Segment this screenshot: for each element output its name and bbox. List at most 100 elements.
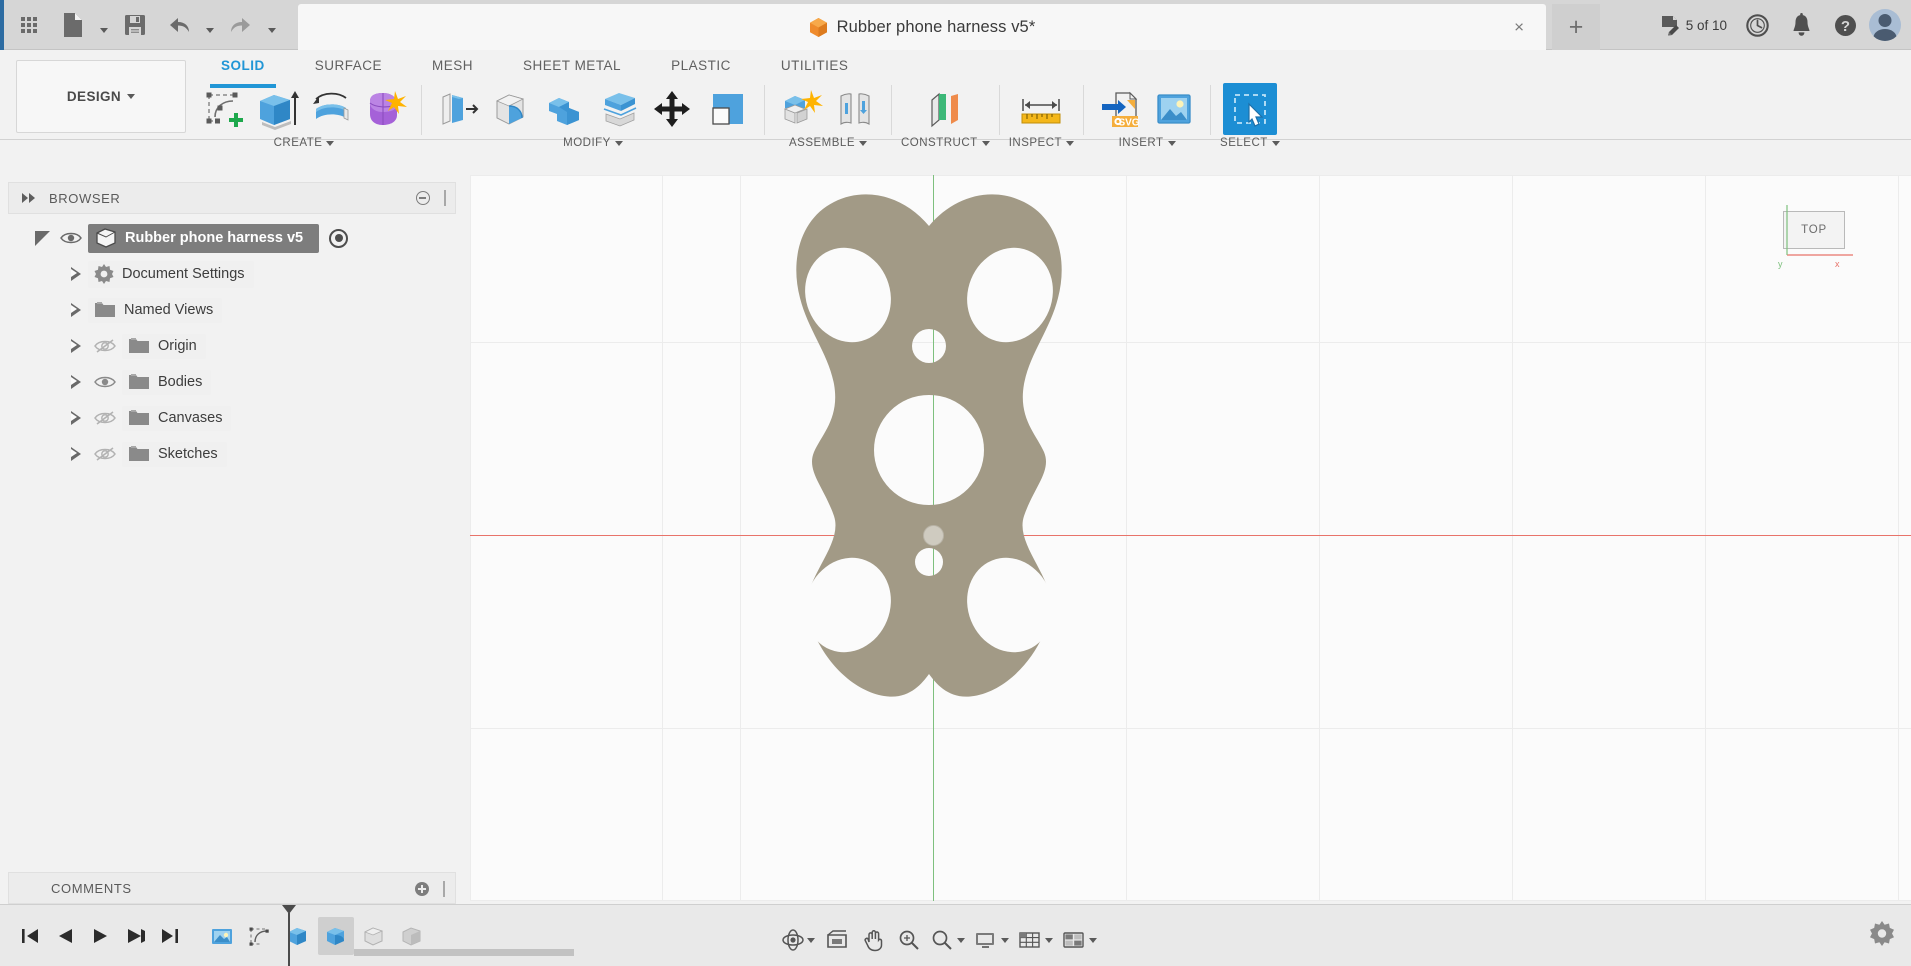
collapse-icon[interactable]	[22, 193, 35, 203]
expand-icon[interactable]	[64, 267, 88, 281]
visibility-off-icon[interactable]	[88, 338, 122, 354]
tree-item-sketches[interactable]: Sketches	[8, 436, 456, 472]
zoom-icon[interactable]	[892, 922, 926, 958]
viewports-icon[interactable]	[1058, 922, 1100, 958]
tree-item-origin[interactable]: Origin	[8, 328, 456, 364]
panel-resize-handle[interactable]	[444, 190, 446, 206]
revolve-icon[interactable]	[304, 83, 358, 135]
select-icon[interactable]	[1222, 83, 1277, 135]
tab-plastic[interactable]: PLASTIC	[646, 50, 756, 81]
jobs-status-button[interactable]: 5 of 10	[1653, 2, 1733, 48]
split-body-icon[interactable]	[593, 83, 647, 135]
tree-item-root[interactable]: Rubber phone harness v5	[8, 220, 456, 256]
timeline-fillet-feature[interactable]	[318, 916, 354, 955]
panel-divider	[764, 85, 765, 135]
new-tab-button[interactable]: +	[1552, 4, 1600, 50]
look-at-icon[interactable]	[820, 922, 854, 958]
zoom-fit-icon[interactable]	[928, 922, 968, 958]
visibility-icon[interactable]	[88, 375, 122, 389]
avatar[interactable]	[1869, 9, 1901, 41]
press-pull-icon[interactable]	[431, 83, 485, 135]
expand-icon[interactable]	[64, 411, 88, 425]
tree-item-label: Named Views	[124, 301, 214, 318]
timeline-scrollbar[interactable]	[354, 948, 574, 956]
activate-component-icon[interactable]	[329, 228, 349, 248]
timeline-extrude-feature[interactable]	[280, 917, 316, 955]
panel-resize-handle[interactable]	[443, 881, 445, 897]
grid-snaps-icon[interactable]	[1014, 922, 1056, 958]
visibility-icon[interactable]	[54, 231, 88, 245]
minus-circle-icon[interactable]	[416, 191, 430, 205]
new-component-icon[interactable]	[774, 83, 828, 135]
comments-panel[interactable]: COMMENTS	[8, 872, 456, 904]
view-cube[interactable]: TOP x y	[1773, 197, 1869, 269]
tab-surface[interactable]: SURFACE	[290, 50, 407, 81]
timeline-sketch-feature[interactable]	[242, 917, 278, 955]
step-back-icon[interactable]	[49, 919, 81, 953]
expand-icon[interactable]	[64, 303, 88, 317]
add-comment-icon[interactable]	[415, 882, 429, 896]
origin-point[interactable]	[923, 525, 944, 546]
redo-caret-icon[interactable]	[264, 3, 280, 47]
offset-plane-icon[interactable]	[918, 83, 972, 135]
tab-solid[interactable]: SOLID	[196, 50, 290, 88]
new-file-icon[interactable]	[52, 3, 94, 47]
expand-icon[interactable]	[64, 339, 88, 353]
file-menu-caret-icon[interactable]	[96, 3, 112, 47]
gear-icon[interactable]	[1869, 920, 1895, 951]
insert-svg-icon[interactable]: SVG	[1093, 83, 1147, 135]
tab-sheet-metal[interactable]: SHEET METAL	[498, 50, 646, 81]
redo-icon[interactable]	[220, 3, 262, 47]
help-icon[interactable]: ?	[1825, 2, 1865, 48]
timeline-canvas-feature[interactable]	[204, 917, 240, 955]
attached-canvas-icon[interactable]	[1147, 83, 1201, 135]
visibility-off-icon[interactable]	[88, 410, 122, 426]
panel-create-label[interactable]: CREATE	[274, 137, 335, 149]
pan-icon[interactable]	[856, 922, 890, 958]
panel-construct-label[interactable]: CONSTRUCT	[901, 137, 990, 149]
undo-icon[interactable]	[158, 3, 200, 47]
panel-modify-label[interactable]: MODIFY	[563, 137, 623, 149]
create-sketch-icon[interactable]	[196, 83, 250, 135]
display-settings-icon[interactable]	[970, 922, 1012, 958]
tree-item-document-settings[interactable]: Document Settings	[8, 256, 456, 292]
tab-utilities[interactable]: UTILITIES	[756, 50, 874, 81]
create-form-icon[interactable]	[358, 83, 412, 135]
extrude-icon[interactable]	[250, 83, 304, 135]
workspace-selector[interactable]: DESIGN	[16, 60, 186, 133]
save-icon[interactable]	[114, 3, 156, 47]
panel-assemble-label[interactable]: ASSEMBLE	[789, 137, 867, 149]
timeline-playhead[interactable]	[282, 904, 296, 966]
go-to-beginning-icon[interactable]	[14, 919, 46, 953]
app-grid-icon[interactable]	[8, 3, 50, 47]
undo-caret-icon[interactable]	[202, 3, 218, 47]
pattern-icon[interactable]	[701, 83, 755, 135]
tree-item-named-views[interactable]: Named Views	[8, 292, 456, 328]
clock-icon[interactable]	[1737, 2, 1777, 48]
visibility-off-icon[interactable]	[88, 446, 122, 462]
measure-icon[interactable]	[1014, 83, 1068, 135]
play-icon[interactable]	[84, 919, 116, 953]
tree-item-bodies[interactable]: Bodies	[8, 364, 456, 400]
close-icon[interactable]: ×	[1514, 19, 1524, 36]
step-forward-icon[interactable]	[119, 919, 151, 953]
go-to-end-icon[interactable]	[154, 919, 186, 953]
panel-inspect-label[interactable]: INSPECT	[1009, 137, 1075, 149]
expand-icon[interactable]	[30, 230, 54, 246]
move-copy-icon[interactable]	[647, 83, 701, 135]
expand-icon[interactable]	[64, 447, 88, 461]
document-tab[interactable]: Rubber phone harness v5* ×	[298, 4, 1546, 50]
panel-select-label[interactable]: SELECT	[1220, 137, 1280, 149]
tab-mesh[interactable]: MESH	[407, 50, 498, 81]
panel-create: CREATE	[196, 83, 412, 149]
panel-insert-label[interactable]: INSERT	[1119, 137, 1176, 149]
orbit-icon[interactable]	[778, 922, 818, 958]
joint-icon[interactable]	[828, 83, 882, 135]
viewport[interactable]: TOP x y	[470, 175, 1911, 901]
rubber-phone-harness-body[interactable]	[748, 190, 1118, 715]
bell-icon[interactable]	[1781, 2, 1821, 48]
tree-item-canvases[interactable]: Canvases	[8, 400, 456, 436]
expand-icon[interactable]	[64, 375, 88, 389]
combine-icon[interactable]	[539, 83, 593, 135]
fillet-icon[interactable]	[485, 83, 539, 135]
